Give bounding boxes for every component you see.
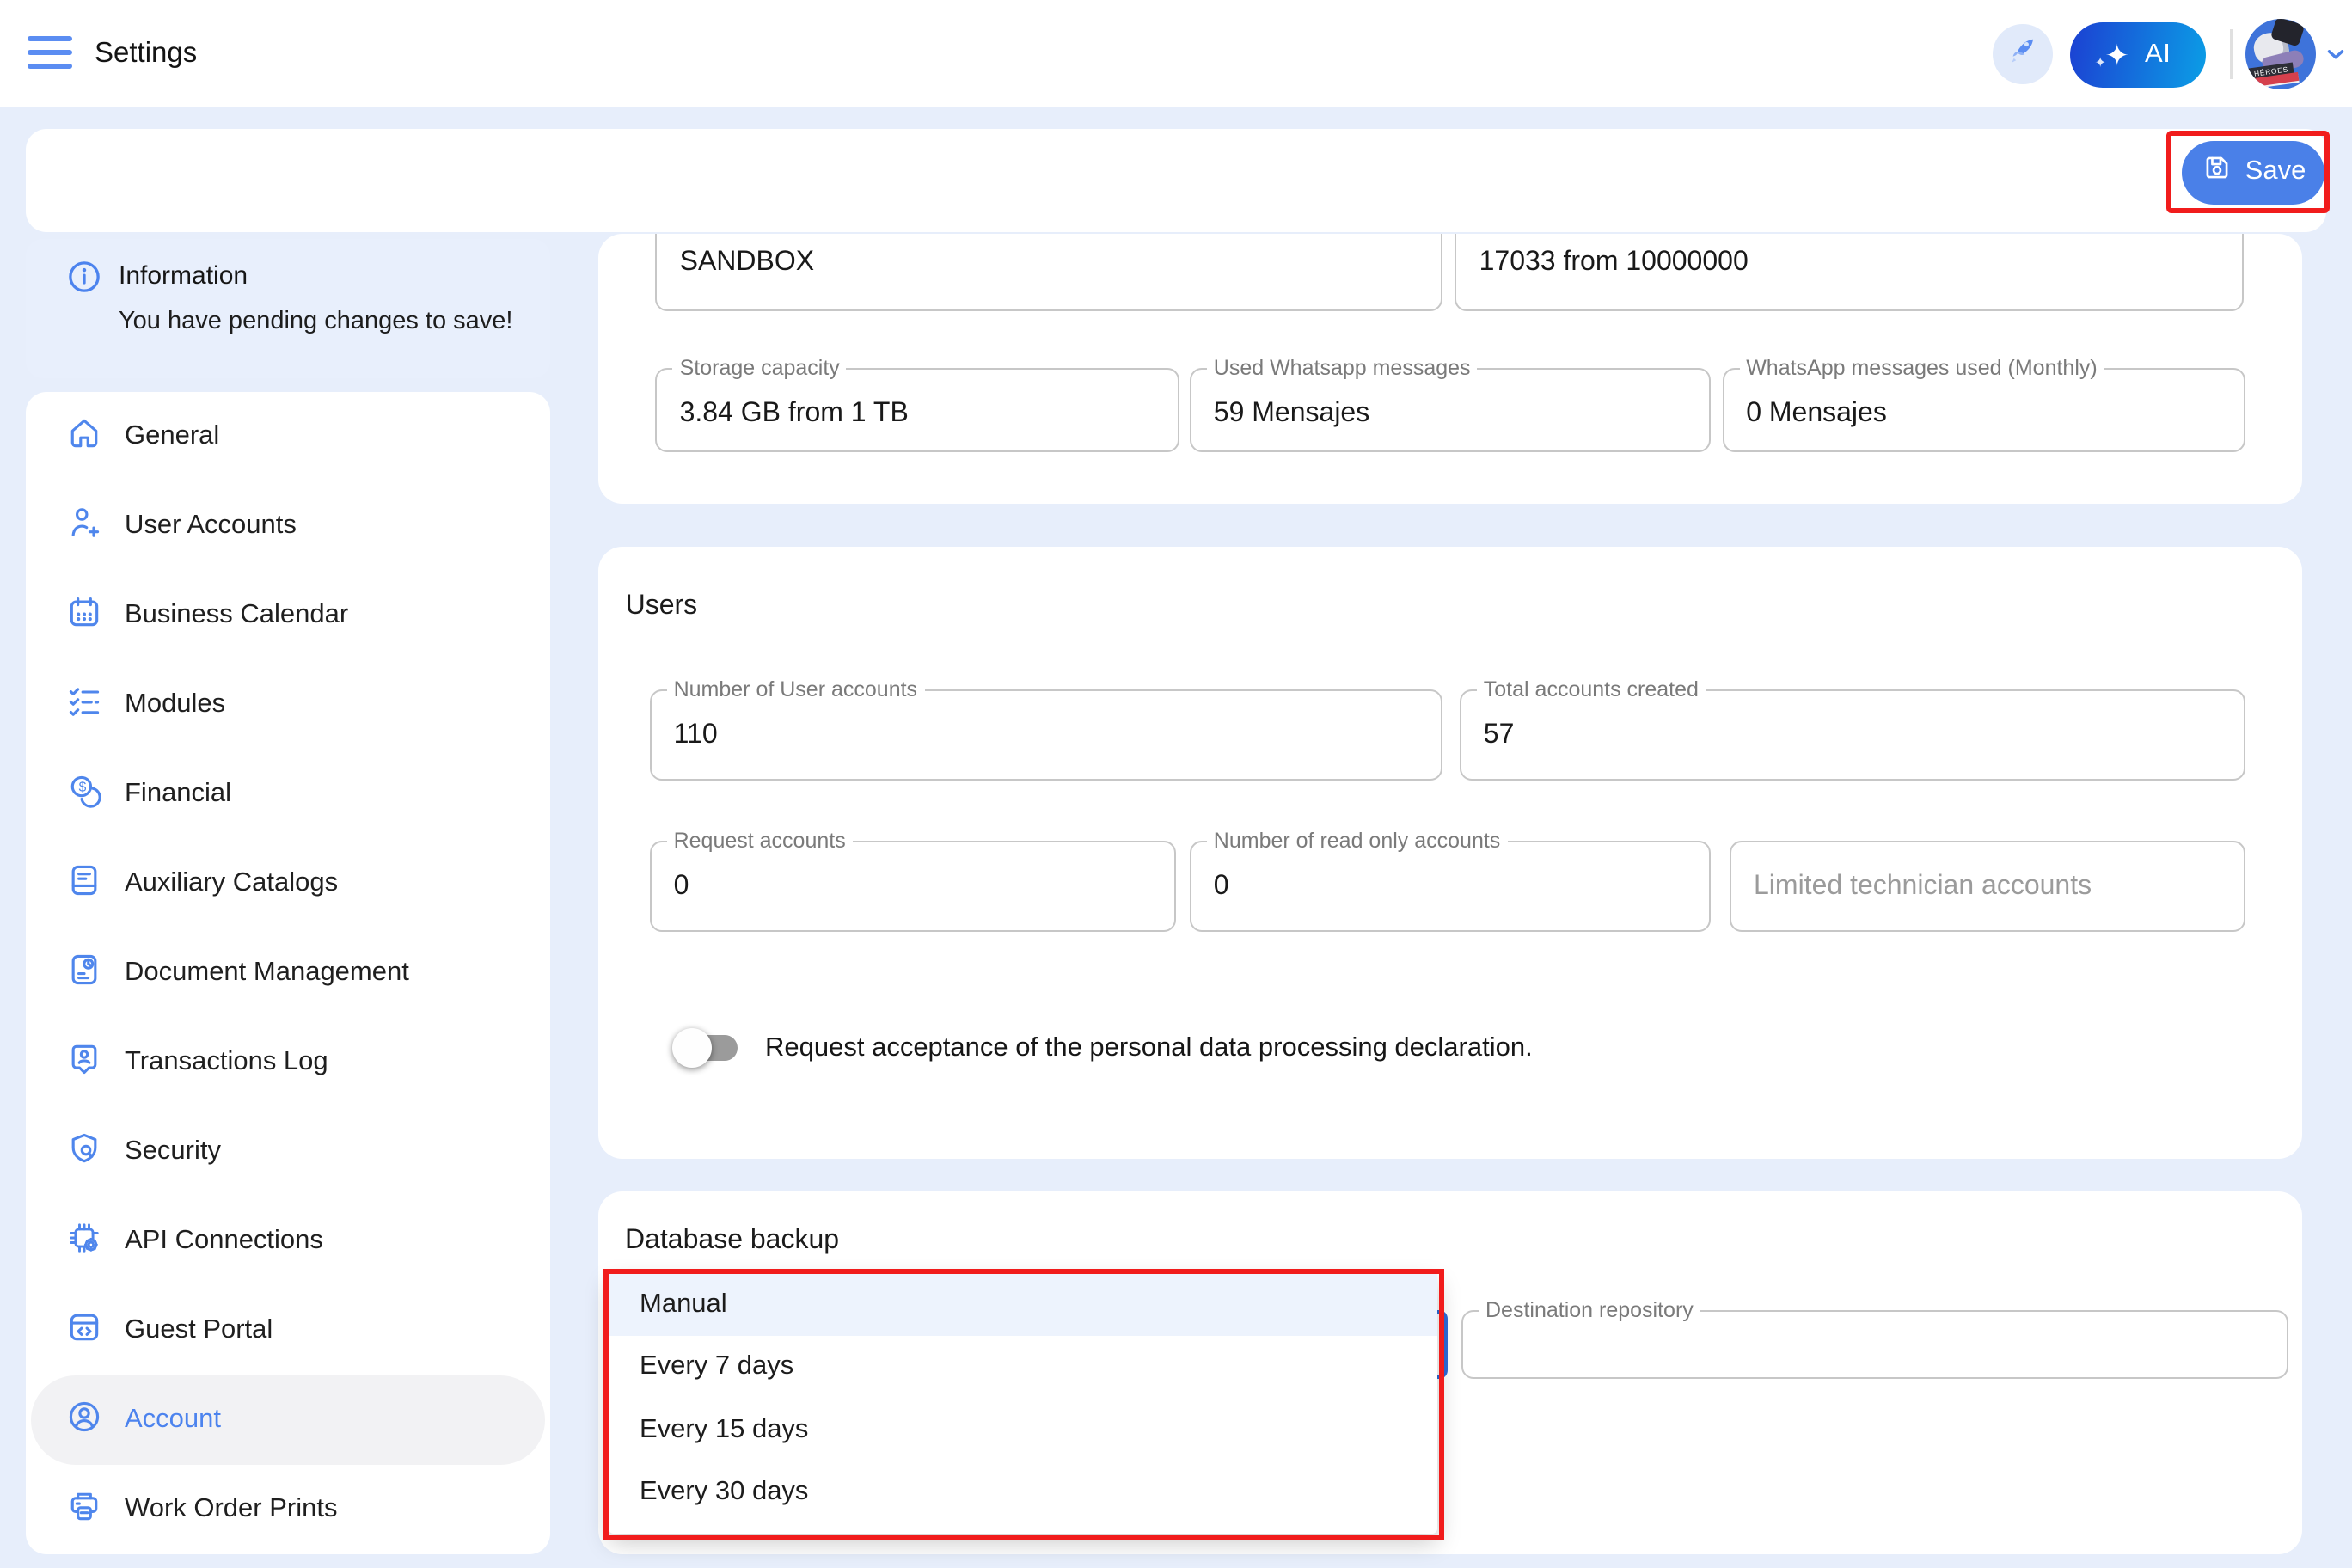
- backup-card-title: Database backup: [625, 1226, 839, 1257]
- menu-icon[interactable]: [28, 36, 72, 70]
- divider: [2230, 29, 2233, 79]
- data-declaration-toggle-label: Request acceptance of the personal data …: [765, 1032, 1533, 1063]
- printer-icon: [64, 1486, 102, 1533]
- sidebar-item-account[interactable]: Account: [31, 1375, 545, 1465]
- top-bar: Settings ✦✦ AI HÉROES: [0, 0, 2352, 107]
- database-backup-card: Database backup Manual Every 7 days Ever…: [597, 1191, 2301, 1554]
- used-whatsapp-input[interactable]: [1214, 393, 1696, 434]
- notice-title: Information: [119, 261, 248, 291]
- sidebar-item-auxiliary-catalogs[interactable]: Auxiliary Catalogs: [31, 839, 545, 928]
- id-badge-icon: [64, 1039, 102, 1086]
- sparkle-icon: ✦✦: [2105, 40, 2130, 70]
- sidebar-item-business-calendar[interactable]: Business Calendar: [31, 571, 545, 660]
- floppy-disk-icon: [2201, 151, 2233, 193]
- storage-capacity-input[interactable]: [680, 393, 1164, 434]
- shield-search-icon: [64, 1129, 102, 1175]
- document-clock-icon: [64, 950, 102, 996]
- sidebar-item-security[interactable]: Security: [31, 1107, 545, 1197]
- sidebar-item-transactions-log[interactable]: Transactions Log: [31, 1018, 545, 1107]
- ai-button[interactable]: ✦✦ AI: [2070, 22, 2206, 88]
- total-accounts-input[interactable]: [1484, 716, 2230, 757]
- dropdown-option-every-7-days[interactable]: Every 7 days: [608, 1337, 1437, 1400]
- used-whatsapp-field[interactable]: Used Whatsapp messages: [1190, 367, 1712, 452]
- sidebar-item-general[interactable]: General: [31, 392, 545, 481]
- svg-text:$: $: [78, 780, 86, 794]
- action-toolbar: [26, 129, 2326, 232]
- account-overview-card: Storage capacity Used Whatsapp messages …: [597, 234, 2301, 503]
- whatsapp-monthly-input[interactable]: [1746, 393, 2230, 434]
- sidebar-item-user-accounts[interactable]: User Accounts: [31, 481, 545, 571]
- users-card-title: Users: [626, 591, 698, 622]
- save-button[interactable]: Save: [2182, 140, 2324, 204]
- work-orders-used-input[interactable]: [1479, 242, 2229, 284]
- coin-icon: $: [64, 771, 102, 818]
- info-icon: [65, 258, 103, 304]
- periodicity-dropdown-menu: Manual Every 7 days Every 15 days Every …: [608, 1274, 1437, 1533]
- settings-page: Settings ✦✦ AI HÉROES: [0, 0, 2352, 1568]
- dropdown-option-every-15-days[interactable]: Every 15 days: [608, 1400, 1437, 1462]
- account-name-field[interactable]: [656, 234, 1443, 310]
- browser-code-icon: [64, 1308, 102, 1354]
- notice-message: You have pending changes to save!: [119, 308, 512, 335]
- home-icon: [64, 413, 102, 460]
- sidebar-item-work-order-prints[interactable]: Work Order Prints: [31, 1465, 545, 1554]
- person-circle-icon: [64, 1397, 102, 1443]
- rocket-icon: [2006, 34, 2039, 75]
- notice-banner: Information You have pending changes to …: [26, 239, 550, 378]
- total-accounts-field[interactable]: Total accounts created: [1460, 690, 2245, 781]
- rocket-button[interactable]: [1993, 24, 2053, 84]
- sidebar-item-api-connections[interactable]: API Connections: [31, 1197, 545, 1286]
- storage-capacity-field[interactable]: Storage capacity: [656, 367, 1179, 452]
- chip-gear-icon: [64, 1218, 102, 1265]
- users-card: Users Number of User accounts Total acco…: [597, 546, 2301, 1158]
- user-accounts-number-field[interactable]: Number of User accounts: [650, 690, 1443, 781]
- destination-repository-input[interactable]: [1485, 1326, 2273, 1367]
- data-declaration-toggle-thumb[interactable]: [672, 1027, 712, 1067]
- chevron-down-icon[interactable]: [2323, 41, 2349, 76]
- request-accounts-field[interactable]: Request accounts: [650, 840, 1176, 931]
- sidebar-item-document-management[interactable]: Document Management: [31, 928, 545, 1018]
- page-title: Settings: [95, 38, 197, 70]
- destination-repository-field[interactable]: Destination repository: [1461, 1310, 2288, 1379]
- limited-technician-field[interactable]: [1730, 840, 2245, 931]
- sidebar-item-financial[interactable]: $ Financial: [31, 750, 545, 839]
- dropdown-option-every-30-days[interactable]: Every 30 days: [608, 1461, 1437, 1524]
- read-only-accounts-input[interactable]: [1214, 866, 1696, 907]
- work-orders-used-field[interactable]: [1455, 234, 2245, 310]
- whatsapp-monthly-field[interactable]: WhatsApp messages used (Monthly): [1722, 367, 2245, 452]
- calendar-icon: [64, 592, 102, 639]
- user-accounts-number-input[interactable]: [674, 716, 1428, 757]
- read-only-accounts-field[interactable]: Number of read only accounts: [1190, 840, 1712, 931]
- avatar[interactable]: HÉROES: [2245, 19, 2316, 89]
- account-name-input[interactable]: [680, 242, 1428, 284]
- settings-sidebar: General User Accounts Business Calendar …: [26, 392, 550, 1554]
- request-accounts-input[interactable]: [674, 866, 1161, 907]
- limited-technician-input[interactable]: [1754, 866, 2230, 907]
- dropdown-option-manual[interactable]: Manual: [608, 1274, 1437, 1337]
- person-add-icon: [64, 503, 102, 549]
- book-icon: [64, 861, 102, 907]
- checklist-icon: [64, 682, 102, 728]
- sidebar-item-guest-portal[interactable]: Guest Portal: [31, 1286, 545, 1375]
- sidebar-item-modules[interactable]: Modules: [31, 660, 545, 750]
